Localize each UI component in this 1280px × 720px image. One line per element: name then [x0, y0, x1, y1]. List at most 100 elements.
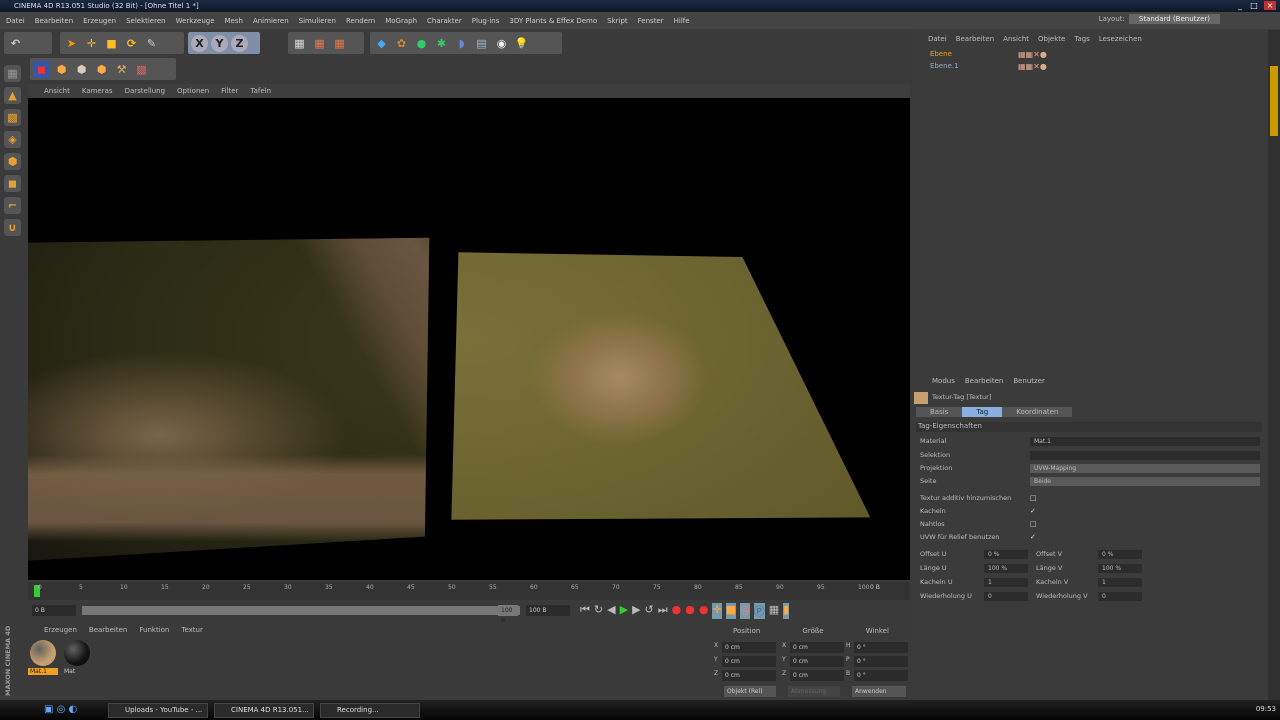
step-forward-icon[interactable]: ▶	[632, 603, 640, 619]
material-menu-item[interactable]: Textur	[181, 626, 202, 634]
loop-back-icon[interactable]: ↺	[645, 603, 654, 619]
object-menu-item[interactable]: Bearbeiten	[956, 35, 994, 43]
material-field[interactable]: Mat.1	[1030, 437, 1260, 446]
viewport-menu-item[interactable]: Kameras	[82, 87, 113, 95]
play-icon[interactable]: ▶	[620, 603, 628, 619]
rotate-icon[interactable]: ⟳	[123, 35, 140, 52]
key-pla-icon[interactable]: ▦	[769, 603, 779, 619]
minimize-button[interactable]: _	[1234, 1, 1246, 10]
param-field[interactable]: 0	[1098, 592, 1142, 601]
scale-icon[interactable]: ■	[103, 35, 120, 52]
layout-dropdown[interactable]: Standard (Benutzer)	[1128, 14, 1220, 24]
floor-icon[interactable]: ▤	[473, 35, 490, 52]
object-tags-icon[interactable]: ▦▦✕●	[1018, 50, 1047, 59]
coord-size-field[interactable]: 0 cm	[790, 656, 844, 667]
size-mode-dropdown[interactable]: Abmessung	[788, 686, 840, 697]
menu-item[interactable]: Mesh	[225, 17, 243, 25]
coord-size-field[interactable]: 0 cm	[790, 642, 844, 653]
object-mode-icon[interactable]: ⬢	[53, 61, 70, 78]
checkbox[interactable]: ✓	[1030, 533, 1036, 541]
param-field[interactable]: 1	[984, 578, 1028, 587]
maximize-button[interactable]: □	[1248, 1, 1260, 10]
animation-icon[interactable]: ⚒	[113, 61, 130, 78]
attribute-tab[interactable]: Tag	[962, 407, 1003, 417]
menu-item[interactable]: 3DY Plants & Effex Demo	[509, 17, 597, 25]
grid-icon[interactable]: ▩	[133, 61, 150, 78]
object-cube-icon[interactable]: ◼	[4, 175, 21, 192]
record-icon[interactable]: ●	[672, 603, 682, 619]
render-picture-icon[interactable]: ▦	[311, 35, 328, 52]
layout-selector[interactable]: Layout: Standard (Benutzer)	[1099, 14, 1220, 24]
snap-icon[interactable]: ⌐	[4, 197, 21, 214]
axis-x-button[interactable]: X	[191, 34, 208, 52]
polygons-icon[interactable]: ⬢	[4, 153, 21, 170]
light-icon[interactable]: 💡	[513, 35, 530, 52]
coord-ang-field[interactable]: 0 °	[854, 656, 908, 667]
array-icon[interactable]: ✱	[433, 35, 450, 52]
param-field[interactable]: 1	[1098, 578, 1142, 587]
apply-button[interactable]: Anwenden	[852, 686, 906, 697]
edit-mode-icon[interactable]: ▦	[4, 65, 21, 82]
spline-icon[interactable]: ✿	[393, 35, 410, 52]
menu-item[interactable]: Erzeugen	[83, 17, 116, 25]
points-icon[interactable]: ▲	[4, 87, 21, 104]
menu-item[interactable]: Skript	[607, 17, 628, 25]
nurbs-icon[interactable]: ●	[413, 35, 430, 52]
goto-start-icon[interactable]: ⏮	[580, 603, 590, 619]
menu-item[interactable]: Charakter	[427, 17, 462, 25]
edges-icon[interactable]: ◈	[4, 131, 21, 148]
attribute-menu-item[interactable]: Bearbeiten	[965, 377, 1003, 385]
param-field[interactable]: 100 %	[1098, 564, 1142, 573]
object-menu-item[interactable]: Datei	[928, 35, 947, 43]
object-menu-item[interactable]: Objekte	[1038, 35, 1065, 43]
menu-item[interactable]: Simulieren	[299, 17, 336, 25]
menu-item[interactable]: Bearbeiten	[35, 17, 73, 25]
texture-mode-icon[interactable]: ⬢	[73, 61, 90, 78]
timeline-window-icon[interactable]: ▮	[783, 603, 790, 619]
attribute-menu-item[interactable]: Modus	[932, 377, 955, 385]
param-field[interactable]: 0	[984, 592, 1028, 601]
model-mode-icon[interactable]: ◼	[33, 60, 50, 78]
render-settings-icon[interactable]: ▦	[331, 35, 348, 52]
end-frame-field[interactable]: 100 B	[526, 605, 570, 616]
selection-field[interactable]	[1030, 451, 1260, 460]
projection-dropdown[interactable]: UVW-Mapping	[1030, 464, 1260, 473]
key-scale-icon[interactable]: ■	[725, 603, 737, 619]
start-frame-field[interactable]: 0 B	[32, 605, 76, 616]
material-swatch[interactable]: Mat.1	[28, 638, 58, 675]
material-menu-item[interactable]: Bearbeiten	[89, 626, 127, 634]
checkbox[interactable]: □	[1030, 494, 1037, 502]
render-view-icon[interactable]: ▦	[291, 35, 308, 52]
object-name[interactable]: Ebene.1	[930, 62, 970, 70]
workplane-icon[interactable]: ⬢	[93, 61, 110, 78]
keyframe-icon[interactable]: ●	[699, 603, 709, 619]
autokey-icon[interactable]: ●	[685, 603, 695, 619]
camera-icon[interactable]: ◉	[493, 35, 510, 52]
param-field[interactable]: 0 %	[984, 550, 1028, 559]
object-row[interactable]: Ebene.1 ▦▦✕●	[912, 60, 1268, 72]
side-dropdown[interactable]: Beide	[1030, 477, 1260, 486]
viewport-menu-item[interactable]: Filter	[221, 87, 238, 95]
goto-end-icon[interactable]: ⏭	[658, 603, 668, 619]
coord-pos-field[interactable]: 0 cm	[722, 670, 776, 681]
object-name[interactable]: Ebene	[930, 50, 970, 58]
param-field[interactable]: 0 %	[1098, 550, 1142, 559]
key-position-icon[interactable]: ✛	[712, 603, 722, 619]
taskbar-button[interactable]: Uploads - YouTube - ...	[108, 703, 208, 718]
menu-item[interactable]: Datei	[6, 17, 25, 25]
coord-pos-field[interactable]: 0 cm	[722, 642, 776, 653]
viewport[interactable]	[28, 98, 910, 580]
close-button[interactable]: ×	[1264, 1, 1276, 10]
frame-range-slider[interactable]	[82, 606, 520, 615]
material-menu-item[interactable]: Funktion	[139, 626, 169, 634]
start-icons[interactable]: ▣ ◎ ◐	[44, 704, 77, 715]
key-param-icon[interactable]: Ⓟ	[753, 603, 765, 619]
magnet-icon[interactable]: ∪	[4, 219, 21, 236]
coord-ang-field[interactable]: 0 °	[854, 670, 908, 681]
menu-item[interactable]: MoGraph	[385, 17, 417, 25]
checker-icon[interactable]: ▩	[4, 109, 21, 126]
material-swatch[interactable]: Mat	[62, 638, 92, 675]
attribute-tab[interactable]: Basis	[916, 407, 963, 417]
axis-y-button[interactable]: Y	[211, 34, 228, 52]
scroll-tab[interactable]	[1270, 66, 1278, 136]
